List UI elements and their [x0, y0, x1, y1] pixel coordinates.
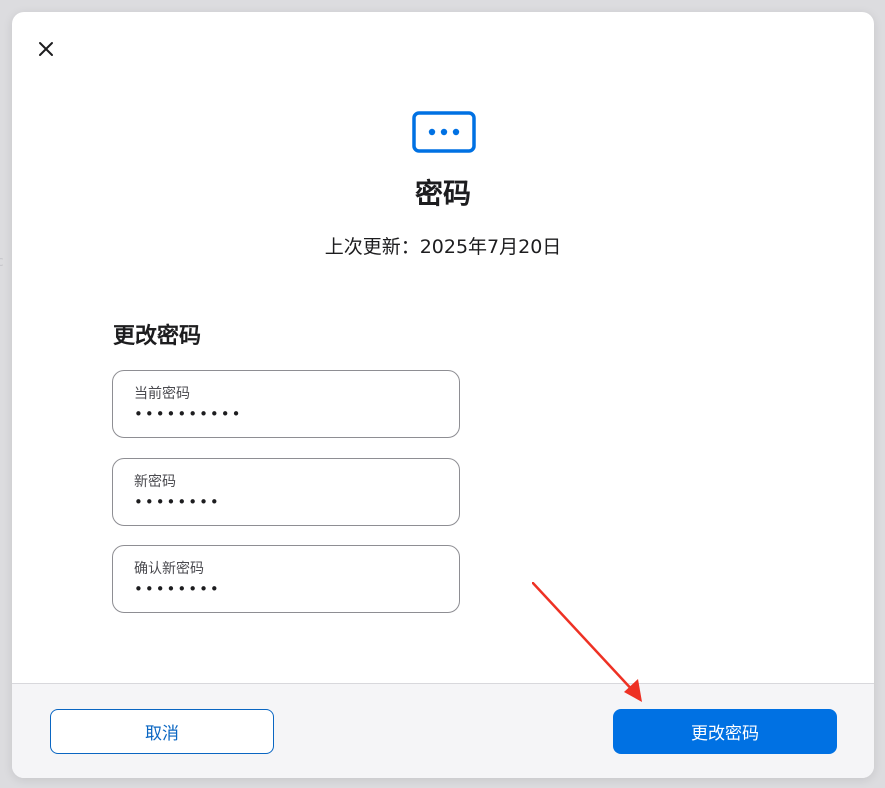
close-button[interactable] [34, 37, 58, 61]
confirm-password-field[interactable]: 确认新密码 •••••••• [112, 545, 460, 613]
current-password-label: 当前密码 [134, 386, 190, 402]
new-password-value: •••••••• [134, 493, 221, 511]
dialog-footer: 取消 更改密码 [12, 683, 874, 778]
page-title: 密码 [414, 177, 471, 210]
password-dialog: 密码 上次更新：2025年7月20日 更改密码 当前密码 •••••••••• … [12, 12, 874, 778]
cancel-button[interactable]: 取消 [50, 709, 274, 754]
background-glyph: c [0, 254, 4, 270]
current-password-value: •••••••••• [134, 405, 243, 423]
password-dots-icon [412, 111, 476, 153]
new-password-label: 新密码 [134, 474, 176, 490]
current-password-field[interactable]: 当前密码 •••••••••• [112, 370, 460, 438]
confirm-password-label: 确认新密码 [134, 561, 204, 577]
confirm-password-value: •••••••• [134, 580, 221, 598]
close-icon [39, 42, 53, 56]
last-updated-text: 上次更新：2025年7月20日 [324, 236, 562, 258]
new-password-field[interactable]: 新密码 •••••••• [112, 458, 460, 526]
change-password-heading: 更改密码 [113, 324, 202, 349]
change-password-button[interactable]: 更改密码 [613, 709, 837, 754]
